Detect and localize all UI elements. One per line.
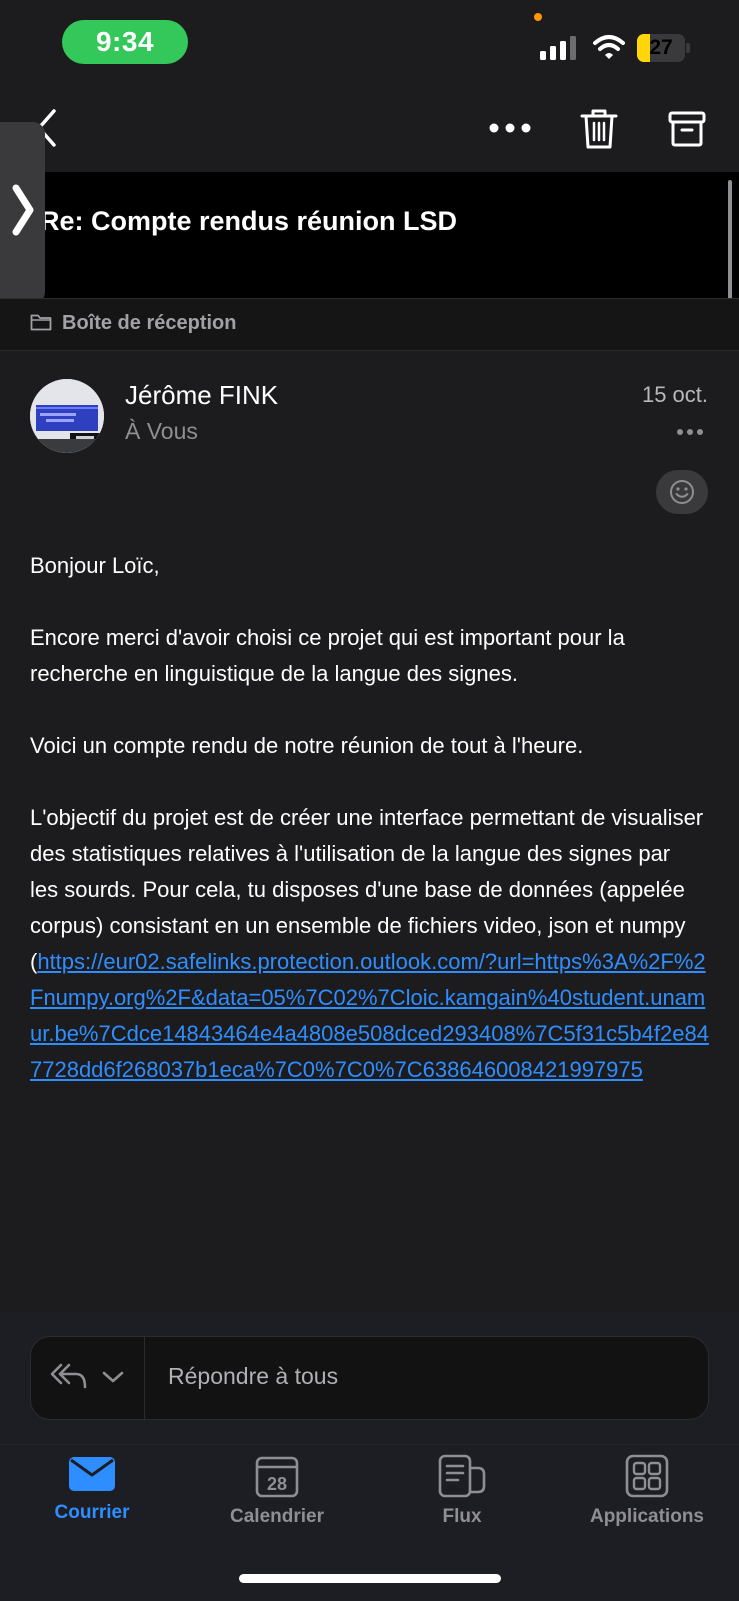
tab-label: Courrier [54, 1502, 130, 1523]
tab-calendar[interactable]: 28 Calendrier [185, 1454, 369, 1528]
tab-mail[interactable]: Courrier [0, 1454, 184, 1524]
recipient[interactable]: À Vous [125, 418, 198, 445]
body-line: recherche en linguistique de la langue d… [30, 661, 518, 686]
more-horizontal-icon[interactable] [676, 428, 704, 436]
calendar-icon: 28 [255, 1456, 299, 1498]
folder-label[interactable]: Boîte de réception [62, 312, 236, 335]
battery-nub [686, 43, 690, 53]
email-date: 15 oct. [641, 382, 708, 407]
body-line: corpus) consistant en un ensemble de fic… [30, 913, 686, 938]
home-indicator[interactable] [239, 1574, 501, 1583]
mail-icon [69, 1457, 115, 1491]
calendar-day: 28 [267, 1474, 287, 1494]
reply-box[interactable] [30, 1336, 709, 1420]
tab-label: Applications [589, 1506, 704, 1527]
tab-label: Calendrier [230, 1506, 324, 1527]
body-line: L'objectif du projet est de créer une in… [30, 805, 704, 830]
body-paragraph: Encore merci d'avoir choisi ce projet qu… [30, 620, 715, 692]
tab-feed[interactable]: Flux [370, 1454, 554, 1528]
tab-label: Flux [442, 1506, 482, 1527]
safelink-url[interactable]: https://eur02.safelinks.protection.outlo… [30, 949, 709, 1082]
trash-icon[interactable] [580, 108, 618, 150]
body-line: Encore merci d'avoir choisi ce projet qu… [30, 625, 625, 650]
wifi-icon [593, 35, 625, 59]
status-time: 9:34 [62, 20, 188, 64]
battery-level: 27 [649, 36, 673, 59]
smiley-icon [670, 480, 694, 504]
more-horizontal-icon[interactable] [488, 122, 532, 134]
reply-divider [144, 1337, 145, 1419]
reaction-button[interactable] [656, 470, 708, 514]
tab-apps[interactable]: Applications [555, 1454, 739, 1528]
chevron-down-icon[interactable] [102, 1370, 124, 1384]
reply-all-input[interactable]: Répondre à tous [168, 1363, 338, 1390]
battery-icon: 27 [637, 34, 685, 62]
folder-icon [30, 314, 52, 331]
body-paragraph: Voici un compte rendu de notre réunion d… [30, 733, 584, 758]
archive-icon[interactable] [668, 110, 706, 148]
apps-grid-icon [625, 1454, 669, 1498]
body-paragraph: L'objectif du projet est de créer une in… [30, 800, 715, 1088]
feed-icon [438, 1454, 486, 1498]
email-body: Bonjour Loïc, Encore merci d'avoir chois… [30, 548, 715, 1088]
sender-name[interactable]: Jérôme FINK [125, 380, 278, 411]
body-line: les sourds. Pour cela, tu disposes d'une… [30, 877, 685, 902]
email-subject: Re: Compte rendus réunion LSD [40, 206, 458, 236]
cellular-signal-icon [540, 34, 576, 60]
greeting: Bonjour Loïc, [30, 553, 160, 578]
chevron-right-icon[interactable] [8, 180, 38, 240]
body-line: des statistiques relatives à l'utilisati… [30, 841, 671, 866]
divider [0, 350, 739, 351]
reply-all-icon[interactable] [50, 1362, 88, 1390]
privacy-indicator-dot [534, 13, 542, 21]
avatar[interactable] [30, 379, 104, 453]
